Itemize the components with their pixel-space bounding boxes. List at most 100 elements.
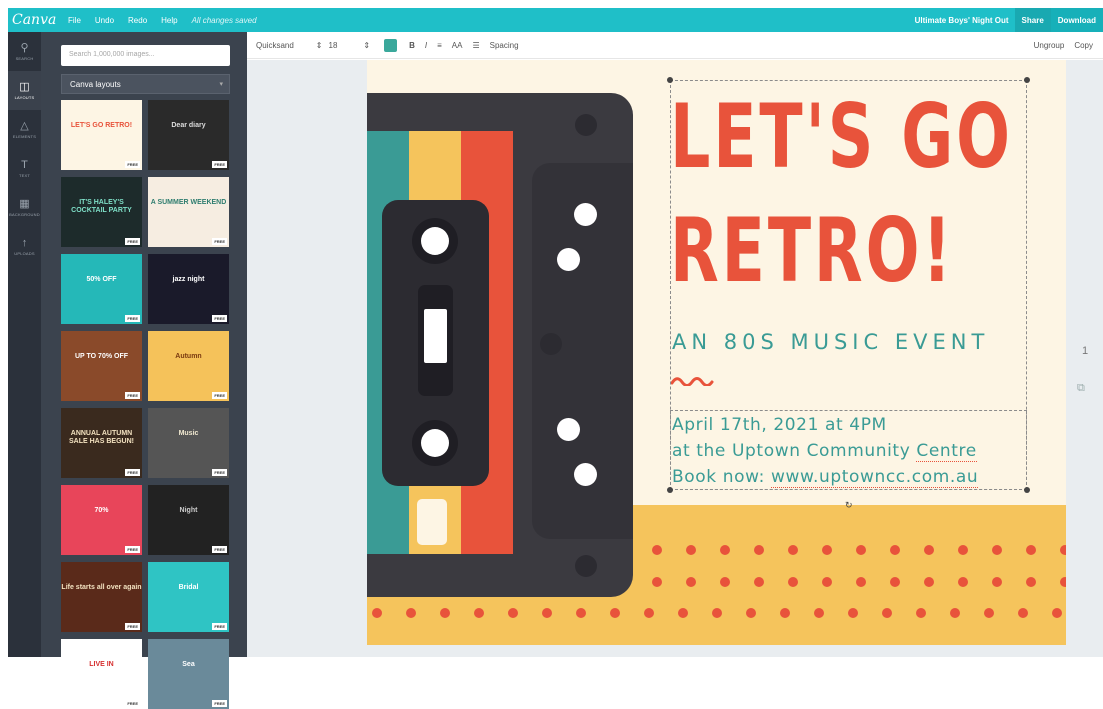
menu-undo[interactable]: Undo xyxy=(95,16,114,25)
rail-uploads[interactable]: ↑ UPLOADS xyxy=(8,227,41,266)
rail-elements[interactable]: △ ELEMENTS xyxy=(8,110,41,149)
layout-thumbnail[interactable]: Night FREE xyxy=(148,485,229,555)
rail-background[interactable]: ▦ BACKGROUND xyxy=(8,188,41,227)
cassette-graphic[interactable] xyxy=(367,93,633,597)
polka-dot xyxy=(856,577,866,587)
details-booking: Book now: www.uptowncc.com.au xyxy=(672,464,979,490)
italic-button[interactable]: I xyxy=(425,41,427,50)
layout-thumbnail[interactable]: Bridal FREE xyxy=(148,562,229,632)
thumbnail-text: Life starts all over again xyxy=(61,584,142,591)
canva-logo[interactable]: Canva xyxy=(8,12,68,28)
polka-dot xyxy=(644,608,654,618)
case-button[interactable]: AA xyxy=(452,41,463,50)
polka-dot xyxy=(746,608,756,618)
share-button[interactable]: Share xyxy=(1014,8,1051,32)
layout-thumbnail[interactable]: Autumn FREE xyxy=(148,331,229,401)
free-badge: FREE xyxy=(212,315,227,322)
document-title[interactable]: Ultimate Boys' Night Out xyxy=(915,16,1009,25)
polka-dot xyxy=(958,577,968,587)
thumbnail-text: Music xyxy=(178,430,199,437)
side-dot xyxy=(557,418,580,441)
layouts-icon: ◫ xyxy=(19,81,30,93)
layout-thumbnail[interactable]: LET'S GO RETRO! FREE xyxy=(61,100,142,170)
resize-handle[interactable] xyxy=(1024,77,1030,83)
venue-text: at the Uptown Community xyxy=(672,441,917,461)
polka-dot xyxy=(890,545,900,555)
copy-button[interactable]: Copy xyxy=(1074,41,1093,50)
event-title[interactable]: LET'S GO RETRO! xyxy=(670,80,1013,308)
text-color-swatch[interactable] xyxy=(384,38,398,52)
free-badge: FREE xyxy=(125,161,140,168)
rotate-handle-icon[interactable]: ↻ xyxy=(845,500,853,511)
polka-dot xyxy=(474,608,484,618)
copy-page-icon[interactable]: ⧉ xyxy=(1077,382,1085,395)
align-button[interactable]: ≡ xyxy=(437,41,442,50)
layouts-panel: Search 1,000,000 images... Canva layouts… xyxy=(41,32,247,709)
polka-dot xyxy=(1052,608,1062,618)
rail-search[interactable]: ⚲ SEARCH xyxy=(8,32,41,71)
font-select[interactable]: Quicksand xyxy=(256,41,294,50)
thumbnail-text: A SUMMER WEEKEND xyxy=(150,199,227,206)
polka-dot xyxy=(686,545,696,555)
event-subtitle[interactable]: AN 80S MUSIC EVENT xyxy=(672,330,989,354)
design-canvas[interactable]: ↻ LET'S GO RETRO! AN 80S MUSIC EVENT Apr… xyxy=(367,60,1066,645)
ungroup-button[interactable]: Ungroup xyxy=(1034,41,1065,50)
layout-thumbnail[interactable]: IT'S HALEY'S COCKTAIL PARTY FREE xyxy=(61,177,142,247)
menu-file[interactable]: File xyxy=(68,16,81,25)
venue-word: Centre xyxy=(916,441,977,462)
menu-help[interactable]: Help xyxy=(161,16,177,25)
text-icon: T xyxy=(21,159,28,171)
tape-strip xyxy=(418,285,453,396)
image-search-input[interactable]: Search 1,000,000 images... xyxy=(61,45,230,66)
font-size-chevron-icon[interactable]: ⇕ xyxy=(316,41,323,50)
layout-thumbnail[interactable]: A SUMMER WEEKEND FREE xyxy=(148,177,229,247)
free-badge: FREE xyxy=(212,546,227,553)
layout-thumbnail[interactable]: 70% FREE xyxy=(61,485,142,555)
layout-select[interactable]: Canva layouts ▾ xyxy=(61,74,230,94)
polka-dot xyxy=(610,608,620,618)
rail-text[interactable]: T TEXT xyxy=(8,149,41,188)
event-details[interactable]: April 17th, 2021 at 4PM at the Uptown Co… xyxy=(672,412,979,490)
spacing-button[interactable]: Spacing xyxy=(490,41,519,50)
font-size-stepper-icon[interactable]: ⇕ xyxy=(363,41,370,50)
layout-thumbnail[interactable]: Sea FREE xyxy=(148,639,229,709)
layout-thumbnail[interactable]: Life starts all over again FREE xyxy=(61,562,142,632)
polka-dot xyxy=(1026,545,1036,555)
tape-highlight xyxy=(424,309,447,363)
polka-dot xyxy=(924,545,934,555)
text-toolbar: Quicksand ⇕ 18 ⇕ B I ≡ AA ☰ Spacing Ungr… xyxy=(247,32,1103,59)
polka-dot xyxy=(958,545,968,555)
layout-thumbnail[interactable]: 50% OFF FREE xyxy=(61,254,142,324)
polka-dot xyxy=(542,608,552,618)
polka-dot xyxy=(848,608,858,618)
rail-layouts[interactable]: ◫ LAYOUTS xyxy=(8,71,41,110)
thumbnail-text: Dear diary xyxy=(171,122,206,129)
booking-url: www.uptowncc.com.au xyxy=(771,467,979,488)
resize-handle[interactable] xyxy=(1024,487,1030,493)
rail-label: TEXT xyxy=(18,173,31,178)
title-line-1: LET'S GO xyxy=(670,85,1013,188)
rail-label: LAYOUTS xyxy=(14,95,35,100)
font-size-input[interactable]: 18 xyxy=(329,41,338,50)
workspace: ↻ LET'S GO RETRO! AN 80S MUSIC EVENT Apr… xyxy=(247,60,1103,657)
bottom-reel xyxy=(412,420,458,466)
polka-dot xyxy=(984,608,994,618)
bold-button[interactable]: B xyxy=(409,41,415,50)
polka-dot xyxy=(372,608,382,618)
layout-thumbnail[interactable]: jazz night FREE xyxy=(148,254,229,324)
layout-thumbnail[interactable]: ANNUAL AUTUMN SALE HAS BEGUN! FREE xyxy=(61,408,142,478)
polka-dot xyxy=(1060,545,1066,555)
polka-dot xyxy=(1060,577,1066,587)
layout-thumbnail[interactable]: LIVE IN FREE xyxy=(61,639,142,709)
menu-redo[interactable]: Redo xyxy=(128,16,147,25)
layout-thumbnail[interactable]: Dear diary FREE xyxy=(148,100,229,170)
layout-thumbnail[interactable]: UP TO 70% OFF FREE xyxy=(61,331,142,401)
polka-dot xyxy=(652,545,662,555)
polka-dot xyxy=(1026,577,1036,587)
layout-thumbnail[interactable]: Music FREE xyxy=(148,408,229,478)
screw-dot xyxy=(575,114,597,136)
free-badge: FREE xyxy=(125,469,140,476)
list-button[interactable]: ☰ xyxy=(472,41,479,50)
rail-label: UPLOADS xyxy=(14,251,35,256)
download-button[interactable]: Download xyxy=(1050,8,1103,32)
